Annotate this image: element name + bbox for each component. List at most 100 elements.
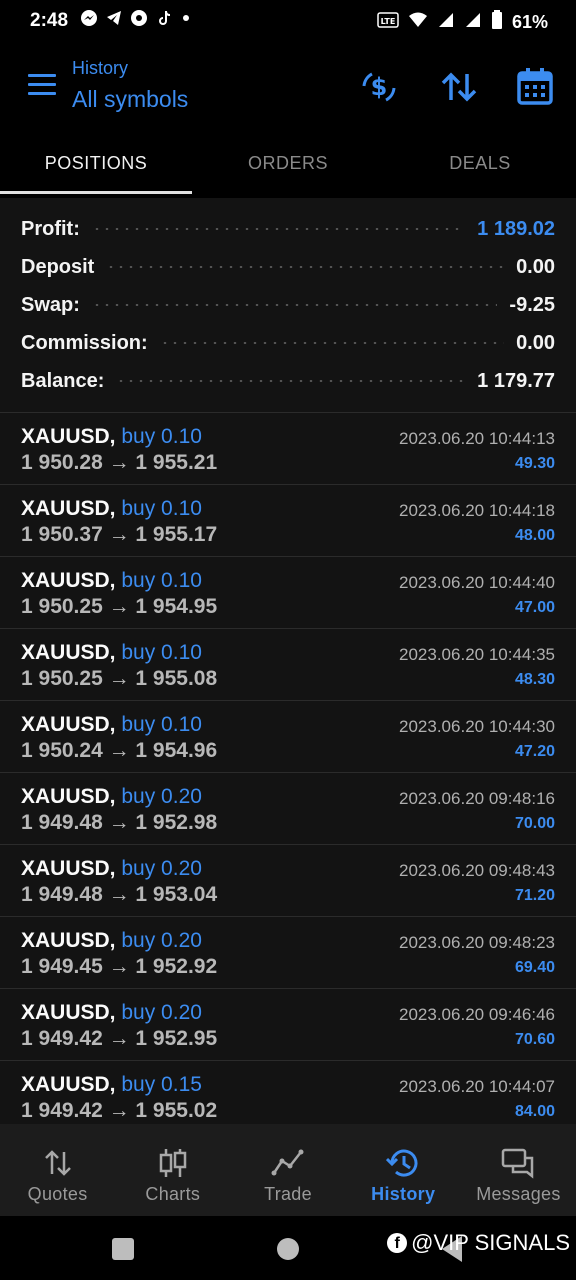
dot-leader	[159, 342, 505, 344]
trend-line-icon	[271, 1146, 305, 1180]
nav-quotes-label: Quotes	[27, 1184, 88, 1204]
deal-side: buy 0.20	[121, 785, 202, 808]
battery-percent: 61%	[511, 12, 548, 32]
nav-charts[interactable]: Charts	[115, 1124, 230, 1216]
deal-profit: 71.20	[514, 887, 555, 904]
list-item[interactable]: XAUUSD, buy 0.10 1 950.25 → 1 954.95 202…	[0, 557, 576, 629]
symbol-text: XAUUSD,	[21, 857, 116, 880]
summary-balance-row: Balance: 1 179.77	[21, 362, 555, 400]
candles-icon	[156, 1146, 190, 1180]
status-indicators: LTE 61%	[377, 10, 548, 35]
positions-list[interactable]: XAUUSD, buy 0.10 1 950.28 → 1 955.21 202…	[0, 412, 576, 1125]
battery-icon	[491, 10, 503, 35]
nav-messages[interactable]: Messages	[461, 1124, 576, 1216]
arrows-updown-icon	[41, 1146, 75, 1180]
sort-icon[interactable]	[438, 66, 480, 108]
signal-icon	[437, 11, 455, 34]
summary-deposit-row: Deposit 0.00	[21, 248, 555, 286]
list-item[interactable]: XAUUSD, buy 0.10 1 950.37 → 1 955.17 202…	[0, 485, 576, 557]
nav-history-label: History	[371, 1184, 436, 1204]
deposit-label: Deposit	[21, 255, 95, 278]
swap-label: Swap:	[21, 293, 80, 316]
history-clock-icon	[386, 1146, 420, 1180]
hamburger-menu-icon[interactable]	[28, 74, 56, 96]
deal-side: buy 0.10	[121, 497, 202, 520]
list-item[interactable]: XAUUSD, buy 0.10 1 950.28 → 1 955.21 202…	[0, 413, 576, 485]
summary-panel: Profit: 1 189.02 Deposit 0.00 Swap: -9.2…	[0, 200, 576, 412]
nav-history[interactable]: History	[346, 1124, 461, 1216]
system-nav-bar: f @VIP SIGNALS	[0, 1216, 576, 1280]
bottom-navigation: Quotes Charts Trade History Messages	[0, 1124, 576, 1216]
watermark: f @VIP SIGNALS	[387, 1230, 570, 1256]
deal-prices: 1 950.25 → 1 954.95	[21, 595, 218, 618]
list-item[interactable]: XAUUSD, buy 0.15 1 949.42 → 1 955.02 202…	[0, 1061, 576, 1125]
deal-time: 2023.06.20 10:44:07	[399, 1077, 555, 1096]
tab-deals[interactable]: DEALS	[384, 136, 576, 198]
symbol-text: XAUUSD,	[21, 641, 116, 664]
list-item[interactable]: XAUUSD, buy 0.10 1 950.25 → 1 955.08 202…	[0, 629, 576, 701]
list-item[interactable]: XAUUSD, buy 0.20 1 949.45 → 1 952.92 202…	[0, 917, 576, 989]
wifi-icon	[408, 11, 428, 34]
deal-symbol: XAUUSD, buy 0.10	[21, 713, 202, 737]
deal-time: 2023.06.20 09:48:16	[399, 789, 555, 808]
deal-side: buy 0.20	[121, 929, 202, 952]
deal-symbol: XAUUSD, buy 0.20	[21, 1001, 202, 1025]
watermark-text: @VIP SIGNALS	[411, 1230, 570, 1255]
deal-symbol: XAUUSD, buy 0.10	[21, 497, 202, 521]
calendar-icon[interactable]	[515, 66, 557, 108]
deal-side: buy 0.10	[121, 425, 202, 448]
app-notification-icon	[130, 9, 148, 27]
tab-orders[interactable]: ORDERS	[192, 136, 384, 198]
deal-side: buy 0.10	[121, 569, 202, 592]
deal-prices: 1 950.25 → 1 955.08	[21, 667, 218, 690]
profit-value: 1 189.02	[477, 217, 555, 240]
deal-prices: 1 949.45 → 1 952.92	[21, 955, 218, 978]
dot-leader	[91, 304, 498, 306]
list-item[interactable]: XAUUSD, buy 0.10 1 950.24 → 1 954.96 202…	[0, 701, 576, 773]
deal-symbol: XAUUSD, buy 0.20	[21, 785, 202, 809]
messenger-icon	[80, 9, 98, 27]
deal-prices: 1 949.42 → 1 952.95	[21, 1027, 218, 1050]
balance-value: 1 179.77	[477, 369, 555, 392]
notification-icons	[80, 9, 198, 27]
commission-value: 0.00	[516, 331, 555, 354]
deal-prices: 1 949.42 → 1 955.02	[21, 1099, 218, 1122]
nav-quotes[interactable]: Quotes	[0, 1124, 115, 1216]
symbol-text: XAUUSD,	[21, 1073, 116, 1096]
deal-time: 2023.06.20 10:44:18	[399, 501, 555, 520]
symbol-text: XAUUSD,	[21, 713, 116, 736]
list-item[interactable]: XAUUSD, buy 0.20 1 949.48 → 1 953.04 202…	[0, 845, 576, 917]
deal-profit: 69.40	[514, 959, 555, 976]
dot-leader	[106, 266, 505, 268]
tab-positions[interactable]: POSITIONS	[0, 136, 192, 198]
profit-label: Profit:	[21, 217, 80, 240]
deal-time: 2023.06.20 09:48:43	[399, 861, 555, 880]
recents-button[interactable]	[112, 1238, 134, 1260]
list-item[interactable]: XAUUSD, buy 0.20 1 949.48 → 1 952.98 202…	[0, 773, 576, 845]
facebook-icon: f	[387, 1233, 408, 1253]
list-item[interactable]: XAUUSD, buy 0.20 1 949.42 → 1 952.95 202…	[0, 989, 576, 1061]
deal-symbol: XAUUSD, buy 0.10	[21, 641, 202, 665]
svg-text:$: $	[371, 73, 388, 101]
symbol-text: XAUUSD,	[21, 785, 116, 808]
home-button[interactable]	[277, 1238, 299, 1260]
nav-trade[interactable]: Trade	[230, 1124, 345, 1216]
deposit-value: 0.00	[516, 255, 555, 278]
summary-swap-row: Swap: -9.25	[21, 286, 555, 324]
symbol-filter[interactable]: All symbols	[72, 86, 188, 113]
dot-leader	[91, 228, 466, 230]
svg-text:LTE: LTE	[381, 17, 396, 26]
deal-time: 2023.06.20 10:44:13	[399, 429, 555, 448]
history-tabs: POSITIONS ORDERS DEALS	[0, 136, 576, 198]
volte-icon: LTE	[377, 11, 399, 34]
deal-symbol: XAUUSD, buy 0.20	[21, 857, 202, 881]
symbol-text: XAUUSD,	[21, 1001, 116, 1024]
currency-swap-icon[interactable]: $	[358, 66, 400, 108]
signal-icon-2	[464, 11, 482, 34]
dot-leader	[116, 380, 466, 382]
deal-profit: 47.20	[514, 743, 555, 760]
symbol-text: XAUUSD,	[21, 497, 116, 520]
deal-profit: 84.00	[514, 1103, 555, 1120]
chat-icon	[501, 1146, 535, 1180]
deal-prices: 1 949.48 → 1 953.04	[21, 883, 218, 906]
